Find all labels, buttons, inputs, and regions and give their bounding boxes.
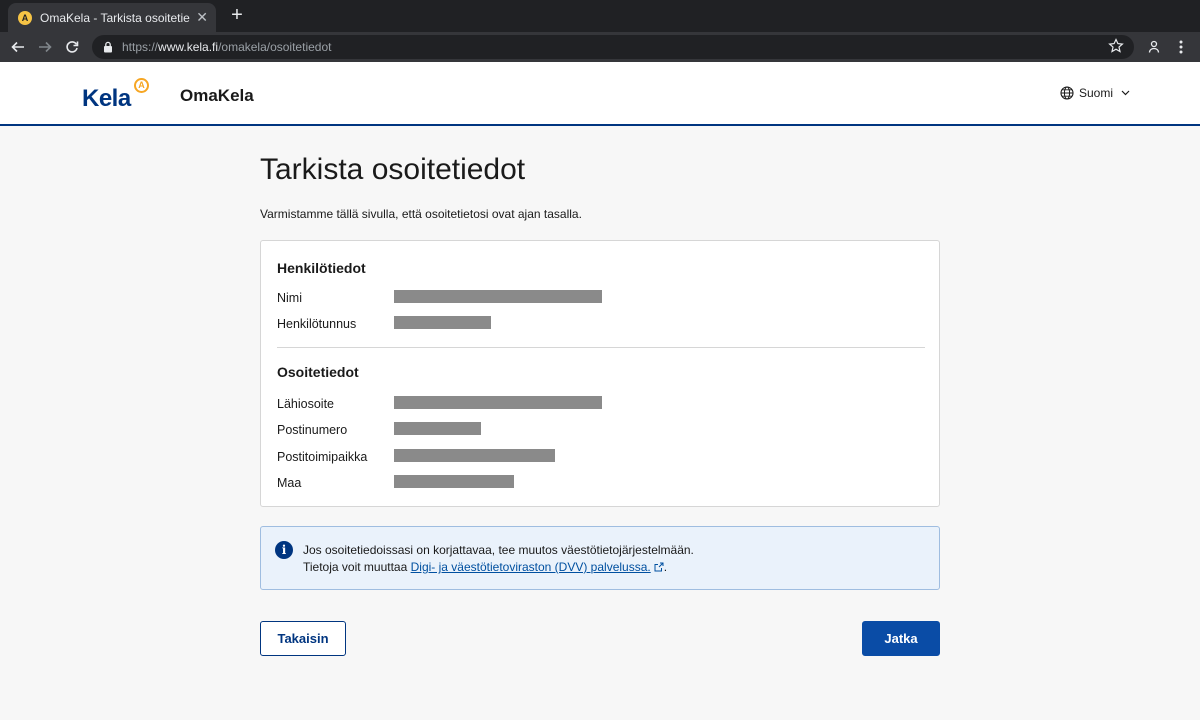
logo-badge-icon: A — [134, 78, 149, 93]
page-title: Tarkista osoitetiedot — [260, 153, 526, 186]
page-description: Varmistamme tällä sivulla, että osoiteti… — [260, 207, 582, 221]
name-label: Nimi — [277, 291, 302, 305]
section-divider — [277, 347, 925, 348]
name-value-redacted — [394, 290, 602, 303]
street-address-label: Lähiosoite — [277, 397, 334, 411]
browser-tabbar: A OmaKela - Tarkista osoitetiedot ✕ + — [0, 0, 1200, 32]
tab-close-icon[interactable]: ✕ — [196, 9, 208, 26]
kela-favicon-icon: A — [18, 10, 32, 25]
url-host: www.kela.fi — [158, 40, 219, 54]
dvv-link-text: Digi- ja väestötietoviraston (DVV) palve… — [410, 560, 651, 574]
language-selector[interactable]: Suomi — [1060, 86, 1130, 100]
country-value-redacted — [394, 475, 514, 488]
logo-text: Kela — [82, 85, 131, 112]
city-label: Postitoimipaikka — [277, 450, 368, 464]
info-text-line1: Jos osoitetiedoissasi on korjattavaa, te… — [303, 543, 694, 557]
info-text-suffix: . — [663, 560, 668, 574]
continue-button[interactable]: Jatka — [862, 621, 940, 656]
url-protocol: https:// — [122, 40, 159, 54]
browser-toolbar: https://www.kela.fi/omakela/osoitetiedot — [0, 32, 1200, 62]
back-button[interactable]: Takaisin — [260, 621, 346, 656]
dvv-service-link[interactable]: Digi- ja väestötietoviraston (DVV) palve… — [411, 560, 664, 574]
tab-title: OmaKela - Tarkista osoitetiedot — [40, 10, 190, 25]
details-card: Henkilötiedot Nimi Henkilötunnus Osoitet… — [260, 240, 940, 507]
postal-code-value-redacted — [394, 422, 481, 435]
forward-arrow-icon[interactable] — [34, 36, 56, 58]
postal-code-label: Postinumero — [277, 423, 348, 437]
browser-menu-icon[interactable] — [1170, 36, 1192, 58]
info-icon: i — [275, 541, 293, 559]
new-tab-button[interactable]: + — [226, 5, 248, 27]
reload-icon[interactable] — [61, 36, 83, 58]
site-header: Kela A OmaKela Suomi — [0, 62, 1200, 126]
personal-section-heading: Henkilötiedot — [277, 260, 366, 276]
browser-tab[interactable]: A OmaKela - Tarkista osoitetiedot ✕ — [8, 3, 216, 32]
app-name: OmaKela — [180, 86, 254, 105]
url-text: https://www.kela.fi/omakela/osoitetiedot — [122, 40, 331, 54]
personal-id-value-redacted — [394, 316, 491, 329]
info-notice: i Jos osoitetiedoissasi on korjattavaa, … — [260, 526, 940, 590]
back-arrow-icon[interactable] — [7, 36, 29, 58]
info-text-prefix: Tietoja voit muuttaa — [303, 560, 411, 574]
info-text-line2: Tietoja voit muuttaa Digi- ja väestötiet… — [303, 560, 667, 574]
street-address-value-redacted — [394, 396, 602, 409]
url-path: /omakela/osoitetiedot — [218, 40, 332, 54]
address-section-heading: Osoitetiedot — [277, 364, 359, 380]
city-value-redacted — [394, 449, 555, 462]
country-label: Maa — [277, 476, 302, 490]
kela-logo[interactable]: Kela A — [82, 76, 152, 116]
extension-icon[interactable] — [1143, 36, 1165, 58]
chevron-down-icon — [1121, 90, 1130, 96]
personal-id-label: Henkilötunnus — [277, 317, 357, 331]
bookmark-star-icon[interactable] — [1108, 38, 1124, 59]
language-label: Suomi — [1079, 86, 1114, 100]
external-link-icon — [654, 562, 664, 572]
address-bar[interactable]: https://www.kela.fi/omakela/osoitetiedot — [92, 35, 1134, 59]
globe-icon — [1060, 86, 1074, 100]
lock-icon — [104, 41, 112, 53]
